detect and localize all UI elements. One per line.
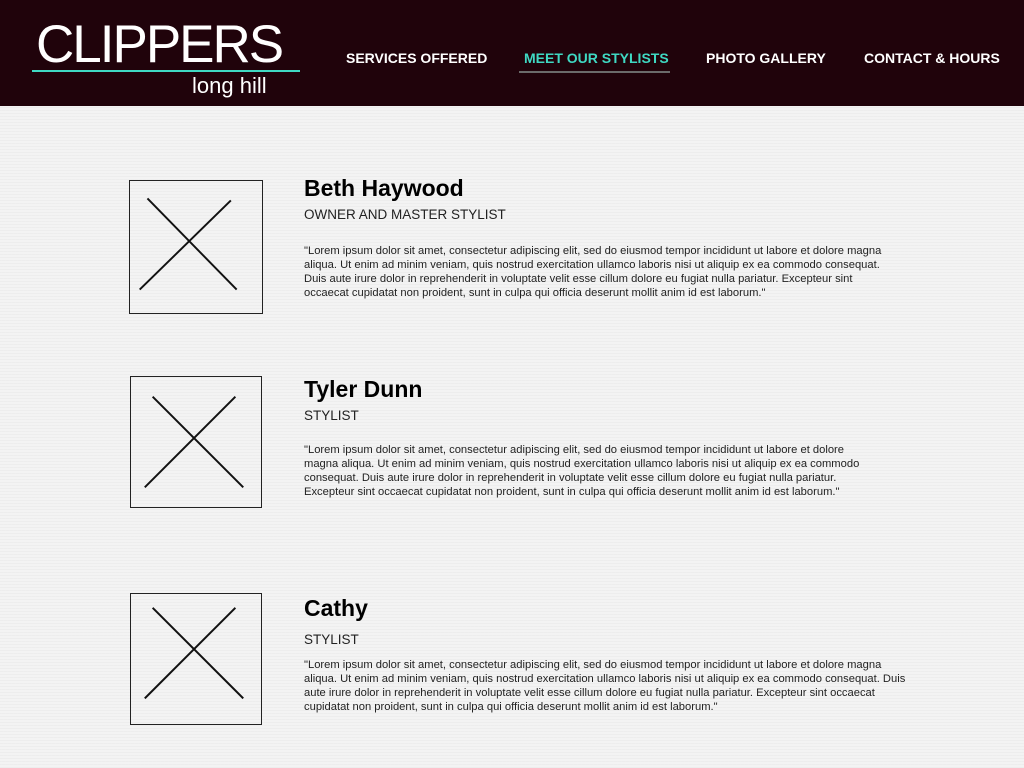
stylist-photo-placeholder — [130, 376, 262, 508]
image-placeholder-icon — [144, 395, 244, 488]
nav-meet-our-stylists[interactable]: MEET OUR STYLISTS — [524, 49, 669, 69]
stylist-role: STYLIST — [304, 408, 359, 423]
nav-services-offered[interactable]: SERVICES OFFERED — [346, 49, 487, 69]
active-nav-indicator — [519, 71, 670, 73]
logo-subtitle: long hill — [192, 73, 267, 98]
clippers-logo[interactable]: CLIPPERS long hill — [32, 18, 302, 100]
stylist-role: OWNER AND MASTER STYLIST — [304, 207, 506, 222]
image-placeholder-icon — [144, 607, 244, 700]
stylist-name: Tyler Dunn — [304, 376, 423, 402]
stylist-photo-placeholder — [130, 593, 262, 725]
image-placeholder-icon — [139, 197, 238, 291]
stylist-role: STYLIST — [304, 632, 359, 647]
stylist-name: Beth Haywood — [304, 175, 464, 201]
logo-wordmark: CLIPPERS — [36, 15, 284, 74]
stylist-photo-placeholder — [129, 180, 263, 314]
nav-photo-gallery[interactable]: PHOTO GALLERY — [706, 49, 826, 69]
stylist-bio: "Lorem ipsum dolor sit amet, consectetur… — [304, 444, 860, 498]
stylist-bio: "Lorem ipsum dolor sit amet, consectetur… — [304, 245, 882, 299]
nav-contact-hours[interactable]: CONTACT & HOURS — [864, 49, 1000, 69]
stylist-bio: "Lorem ipsum dolor sit amet, consectetur… — [304, 659, 906, 713]
site-header: CLIPPERS long hill SERVICES OFFERED MEET… — [0, 0, 1024, 106]
logo-underline — [32, 70, 300, 72]
stylist-name: Cathy — [304, 595, 368, 621]
